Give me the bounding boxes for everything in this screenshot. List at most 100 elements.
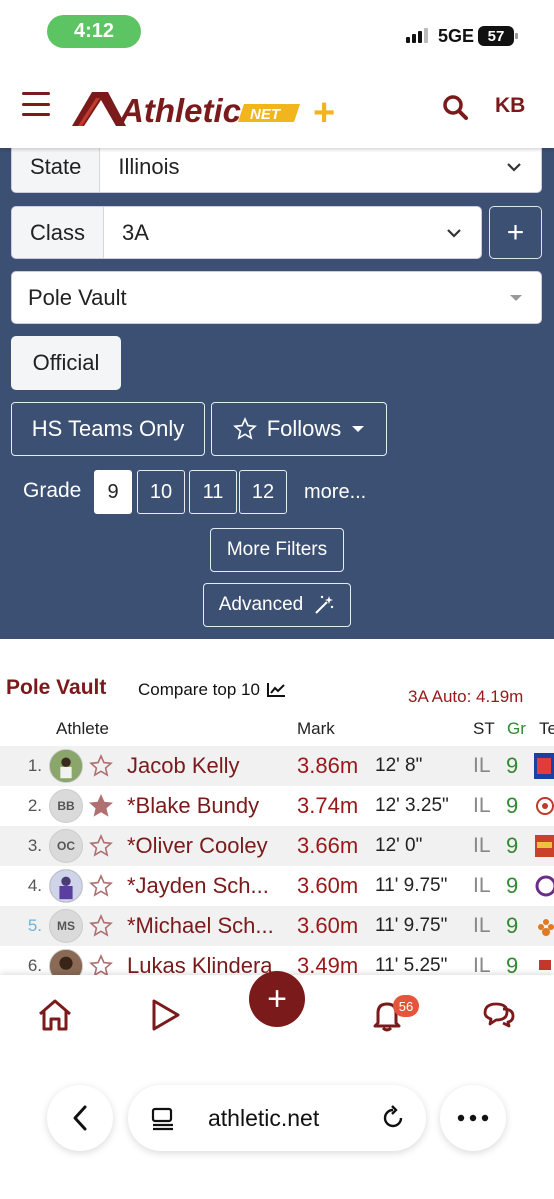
status-bar: 4:12 5GE 57 xyxy=(0,0,554,62)
address-bar[interactable]: athletic.net xyxy=(128,1085,426,1151)
athlete-name-link[interactable]: *Jayden Sch... xyxy=(127,873,269,899)
row-rank: 1. xyxy=(27,756,42,775)
more-button[interactable] xyxy=(440,1085,506,1151)
chart-line-icon xyxy=(266,683,285,697)
athlete-avatar: BB xyxy=(49,789,83,823)
star-icon[interactable] xyxy=(89,914,113,938)
grade-12-button[interactable]: 12 xyxy=(239,470,287,514)
athlete-mark-imperial: 11' 5.25" xyxy=(375,955,448,976)
star-icon[interactable] xyxy=(89,834,113,858)
ellipsis-icon xyxy=(457,1114,489,1122)
athletic-net-logo[interactable]: Athletic NET + xyxy=(68,86,348,128)
compare-label: Compare top 10 xyxy=(138,680,260,699)
row-rank: 4. xyxy=(27,876,42,895)
team-logo[interactable] xyxy=(533,832,554,860)
column-athlete[interactable]: Athlete xyxy=(56,719,109,739)
follows-label: Follows xyxy=(266,416,342,441)
athlete-mark-imperial: 12' 8" xyxy=(375,755,423,776)
column-grade[interactable]: Gr xyxy=(507,719,526,739)
event-value: Pole Vault xyxy=(28,284,127,310)
grade-9-button[interactable]: 9 xyxy=(94,470,132,514)
compare-top-10-link[interactable]: Compare top 10 xyxy=(138,680,286,700)
class-select[interactable]: Class 3A xyxy=(11,206,482,259)
state-label: State xyxy=(12,141,101,192)
row-rank: 2. xyxy=(27,796,42,815)
star-icon[interactable] xyxy=(89,754,113,778)
app-header: Athletic NET + KB xyxy=(0,62,554,148)
chevron-left-icon xyxy=(73,1105,87,1131)
athlete-name-link[interactable]: Jacob Kelly xyxy=(127,753,240,779)
play-icon[interactable] xyxy=(146,997,184,1033)
follows-dropdown[interactable]: Follows xyxy=(211,402,387,456)
notification-badge: 56 xyxy=(393,995,419,1017)
athlete-mark: 3.74m xyxy=(297,793,359,818)
athlete-avatar: MS xyxy=(49,909,83,943)
column-mark[interactable]: Mark xyxy=(297,719,335,739)
auto-qualify-label: 3A Auto: 4.19m xyxy=(408,687,524,706)
network-label: 5GE xyxy=(438,26,475,46)
reader-icon[interactable] xyxy=(150,1107,176,1131)
athlete-mark-imperial: 11' 9.75" xyxy=(375,875,448,896)
team-logo[interactable] xyxy=(533,912,554,940)
athlete-mark-imperial: 12' 0" xyxy=(375,835,423,856)
row-rank: 6. xyxy=(27,956,42,975)
add-class-button[interactable]: + xyxy=(489,206,542,259)
reload-icon[interactable] xyxy=(380,1105,406,1131)
athlete-state: IL xyxy=(473,794,491,817)
table-row[interactable]: 5. MS *Michael Sch... 3.60m 11' 9.75" IL… xyxy=(0,906,554,946)
row-rank: 3. xyxy=(27,836,42,855)
more-filters-button[interactable]: More Filters xyxy=(210,528,344,572)
user-initials[interactable]: KB xyxy=(495,94,525,118)
grade-label: Grade xyxy=(23,479,82,502)
column-state[interactable]: ST xyxy=(473,719,495,739)
magic-wand-icon xyxy=(315,595,334,614)
battery-icon: 57 xyxy=(478,26,518,46)
star-icon[interactable] xyxy=(89,874,113,898)
column-team[interactable]: Te xyxy=(539,719,554,739)
chevron-down-icon xyxy=(507,162,521,172)
svg-text:NET: NET xyxy=(250,106,282,123)
athlete-state: IL xyxy=(473,874,491,897)
grade-10-button[interactable]: 10 xyxy=(137,470,185,514)
row-rank: 5. xyxy=(27,916,42,935)
add-button[interactable]: + xyxy=(249,971,305,1027)
status-time: 4:12 xyxy=(47,15,141,48)
advanced-label: Advanced xyxy=(218,594,304,615)
athlete-mark: 3.86m xyxy=(297,753,359,778)
grade-more-link[interactable]: more... xyxy=(304,481,366,504)
official-button[interactable]: Official xyxy=(11,336,121,390)
table-row[interactable]: 3. OC *Oliver Cooley 3.66m 12' 0" IL 9 xyxy=(0,826,554,866)
url-text[interactable]: athletic.net xyxy=(208,1105,319,1132)
table-row[interactable]: 1. Jacob Kelly 3.86m 12' 8" IL 9 xyxy=(0,746,554,786)
athlete-name-link[interactable]: *Blake Bundy xyxy=(127,793,259,819)
table-row[interactable]: 2. BB *Blake Bundy 3.74m 12' 3.25" IL 9 xyxy=(0,786,554,826)
team-logo[interactable] xyxy=(533,752,554,780)
table-row[interactable]: 4. *Jayden Sch... 3.60m 11' 9.75" IL 9 xyxy=(0,866,554,906)
hs-teams-only-button[interactable]: HS Teams Only xyxy=(11,402,205,456)
back-button[interactable] xyxy=(47,1085,113,1151)
search-icon[interactable] xyxy=(442,94,468,120)
chat-icon[interactable] xyxy=(479,997,517,1033)
star-filled-icon[interactable] xyxy=(89,794,113,818)
chevron-down-icon xyxy=(447,228,461,238)
athlete-grade: 9 xyxy=(506,793,519,818)
athlete-state: IL xyxy=(473,834,491,857)
team-logo[interactable] xyxy=(533,872,554,900)
athlete-name-link[interactable]: *Oliver Cooley xyxy=(127,833,268,859)
athlete-mark: 3.60m xyxy=(297,913,359,938)
home-icon[interactable] xyxy=(36,997,74,1033)
advanced-button[interactable]: Advanced xyxy=(203,583,351,627)
athlete-grade: 9 xyxy=(506,833,519,858)
svg-text:+: + xyxy=(313,92,335,128)
state-value: Illinois xyxy=(118,153,180,179)
athlete-name-link[interactable]: *Michael Sch... xyxy=(127,913,274,939)
menu-icon[interactable] xyxy=(22,92,50,116)
grade-11-button[interactable]: 11 xyxy=(189,470,237,514)
event-select[interactable]: Pole Vault xyxy=(11,271,542,324)
team-logo[interactable] xyxy=(533,792,554,820)
star-icon xyxy=(232,417,257,440)
svg-text:Athletic: Athletic xyxy=(119,92,241,128)
athlete-avatar xyxy=(49,869,83,903)
results-list: Pole Vault Compare top 10 3A Auto: 4.19m… xyxy=(0,639,554,979)
results-title: Pole Vault xyxy=(6,676,107,699)
